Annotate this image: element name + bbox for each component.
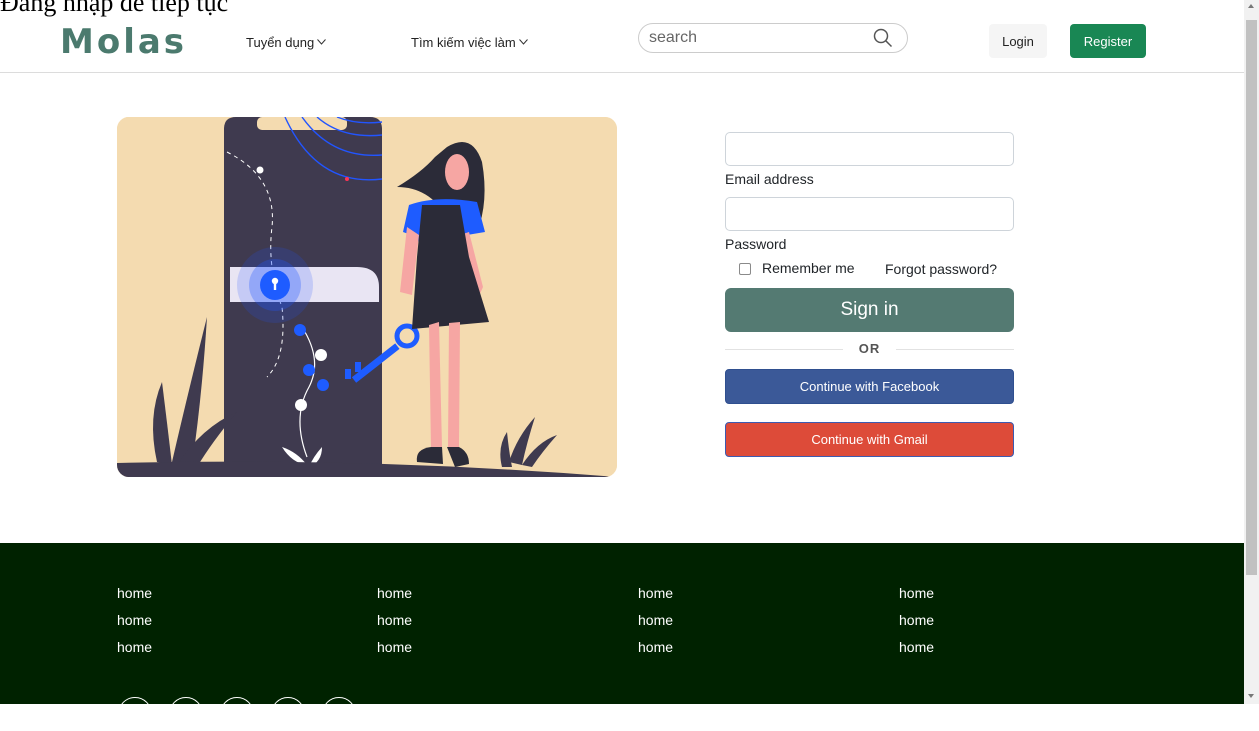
top-strip-text: Đăng nhập để tiếp tục [0,0,229,17]
footer-column-2: home home home [377,585,412,666]
footer-column-1: home home home [117,585,152,666]
login-illustration [117,117,617,477]
search-icon[interactable] [873,28,893,53]
email-field[interactable] [725,132,1014,166]
login-form: Email address Password Remember me Forgo… [725,132,1014,457]
nav-item-tuyen-dung[interactable]: Tuyển dụng [246,33,327,50]
login-button[interactable]: Login [989,24,1047,58]
gmail-login-button[interactable]: Continue with Gmail [725,422,1014,457]
forgot-password-link[interactable]: Forgot password? [885,261,997,277]
password-field[interactable] [725,197,1014,231]
social-icon[interactable] [118,697,152,731]
footer-link[interactable]: home [638,639,673,666]
search-box [638,23,908,53]
nav-item-label: Tuyển dụng [246,35,315,50]
nav-item-tim-kiem-viec-lam[interactable]: Tìm kiếm việc làm [411,33,528,50]
footer-link[interactable]: home [377,585,412,612]
footer-link[interactable]: home [377,639,412,666]
footer: home home home home home home home home … [0,543,1244,731]
footer-link[interactable]: home [899,585,934,612]
footer-link[interactable]: home [899,612,934,639]
chevron-down-icon [317,33,327,48]
or-label: OR [858,341,881,356]
social-icon[interactable] [220,697,254,731]
footer-column-3: home home home [638,585,673,666]
social-icon[interactable] [169,697,203,731]
footer-link[interactable]: home [638,612,673,639]
logo[interactable]: Molas [60,22,187,62]
search-input[interactable] [649,28,869,48]
chevron-down-icon [518,33,528,48]
register-button[interactable]: Register [1070,24,1146,58]
social-icon[interactable] [322,697,356,731]
scroll-down-icon[interactable] [1248,694,1254,698]
scrollbar[interactable] [1244,0,1259,704]
social-icon[interactable] [271,697,305,731]
nav-item-label: Tìm kiếm việc làm [411,35,516,50]
footer-column-4: home home home [899,585,934,666]
divider-line-right [896,349,1014,350]
or-divider: OR [725,340,1014,360]
divider-line-left [725,349,843,350]
scrollbar-thumb[interactable] [1246,20,1257,575]
footer-link[interactable]: home [117,639,152,666]
scroll-up-icon[interactable] [1248,4,1254,8]
footer-link[interactable]: home [638,585,673,612]
facebook-login-button[interactable]: Continue with Facebook [725,369,1014,404]
illustration-drawing [117,117,617,477]
password-label: Password [725,236,787,252]
sign-in-button[interactable]: Sign in [725,288,1014,332]
remember-label[interactable]: Remember me [762,260,855,276]
footer-link[interactable]: home [117,612,152,639]
footer-link[interactable]: home [899,639,934,666]
footer-link[interactable]: home [117,585,152,612]
remember-checkbox[interactable] [739,263,751,275]
footer-link[interactable]: home [377,612,412,639]
remember-row: Remember me Forgot password? [725,259,1014,281]
navbar: Molas Tuyển dụng Tìm kiếm việc làm Login… [0,18,1244,73]
email-label: Email address [725,171,814,187]
